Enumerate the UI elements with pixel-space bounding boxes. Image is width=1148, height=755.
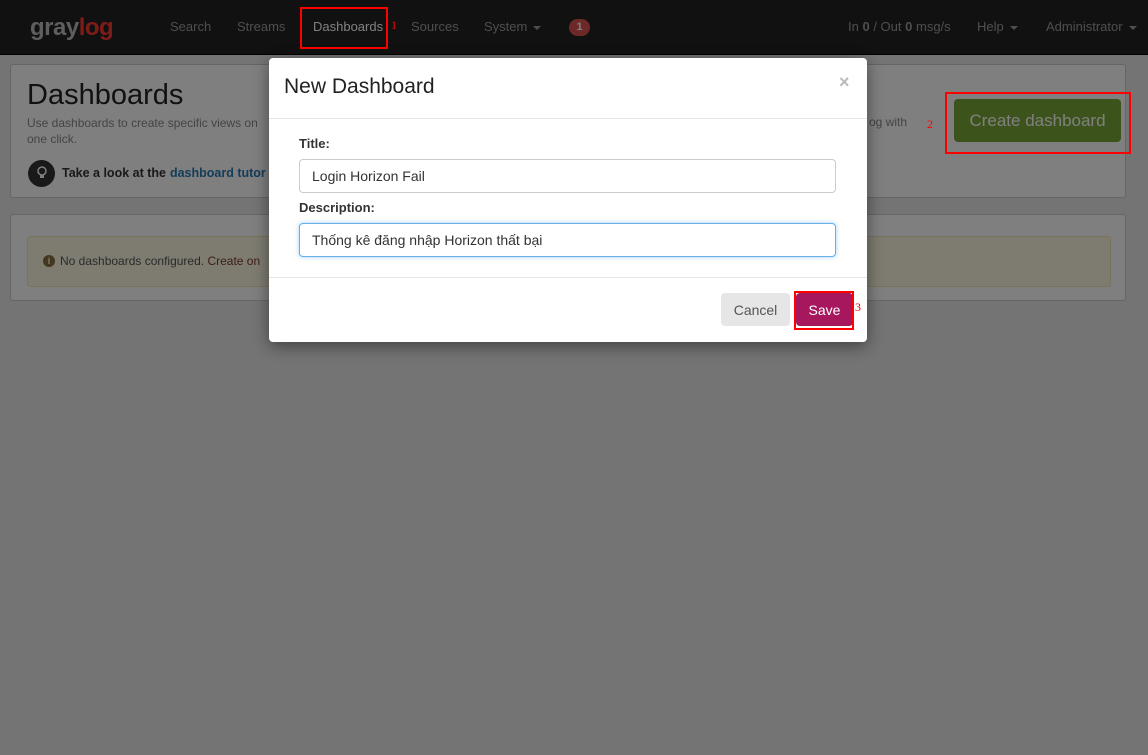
close-icon[interactable]: ×	[839, 72, 850, 93]
modal-title: New Dashboard	[284, 75, 435, 98]
cancel-button[interactable]: Cancel	[721, 293, 790, 326]
annotation-box-dashboards	[300, 7, 388, 49]
annotation-box-save	[794, 291, 854, 330]
annotation-box-create	[945, 92, 1131, 154]
modal-footer-divider	[269, 277, 867, 278]
modal-header-divider	[269, 118, 867, 119]
description-input[interactable]	[299, 223, 836, 257]
annotation-number-3: 3	[855, 300, 861, 314]
annotation-number-2: 2	[927, 117, 933, 131]
title-input[interactable]	[299, 159, 836, 193]
description-label: Description:	[299, 200, 375, 215]
title-label: Title:	[299, 136, 330, 151]
new-dashboard-modal: New Dashboard × Title: Description: Canc…	[269, 58, 867, 342]
annotation-number-1: 1	[391, 18, 397, 32]
